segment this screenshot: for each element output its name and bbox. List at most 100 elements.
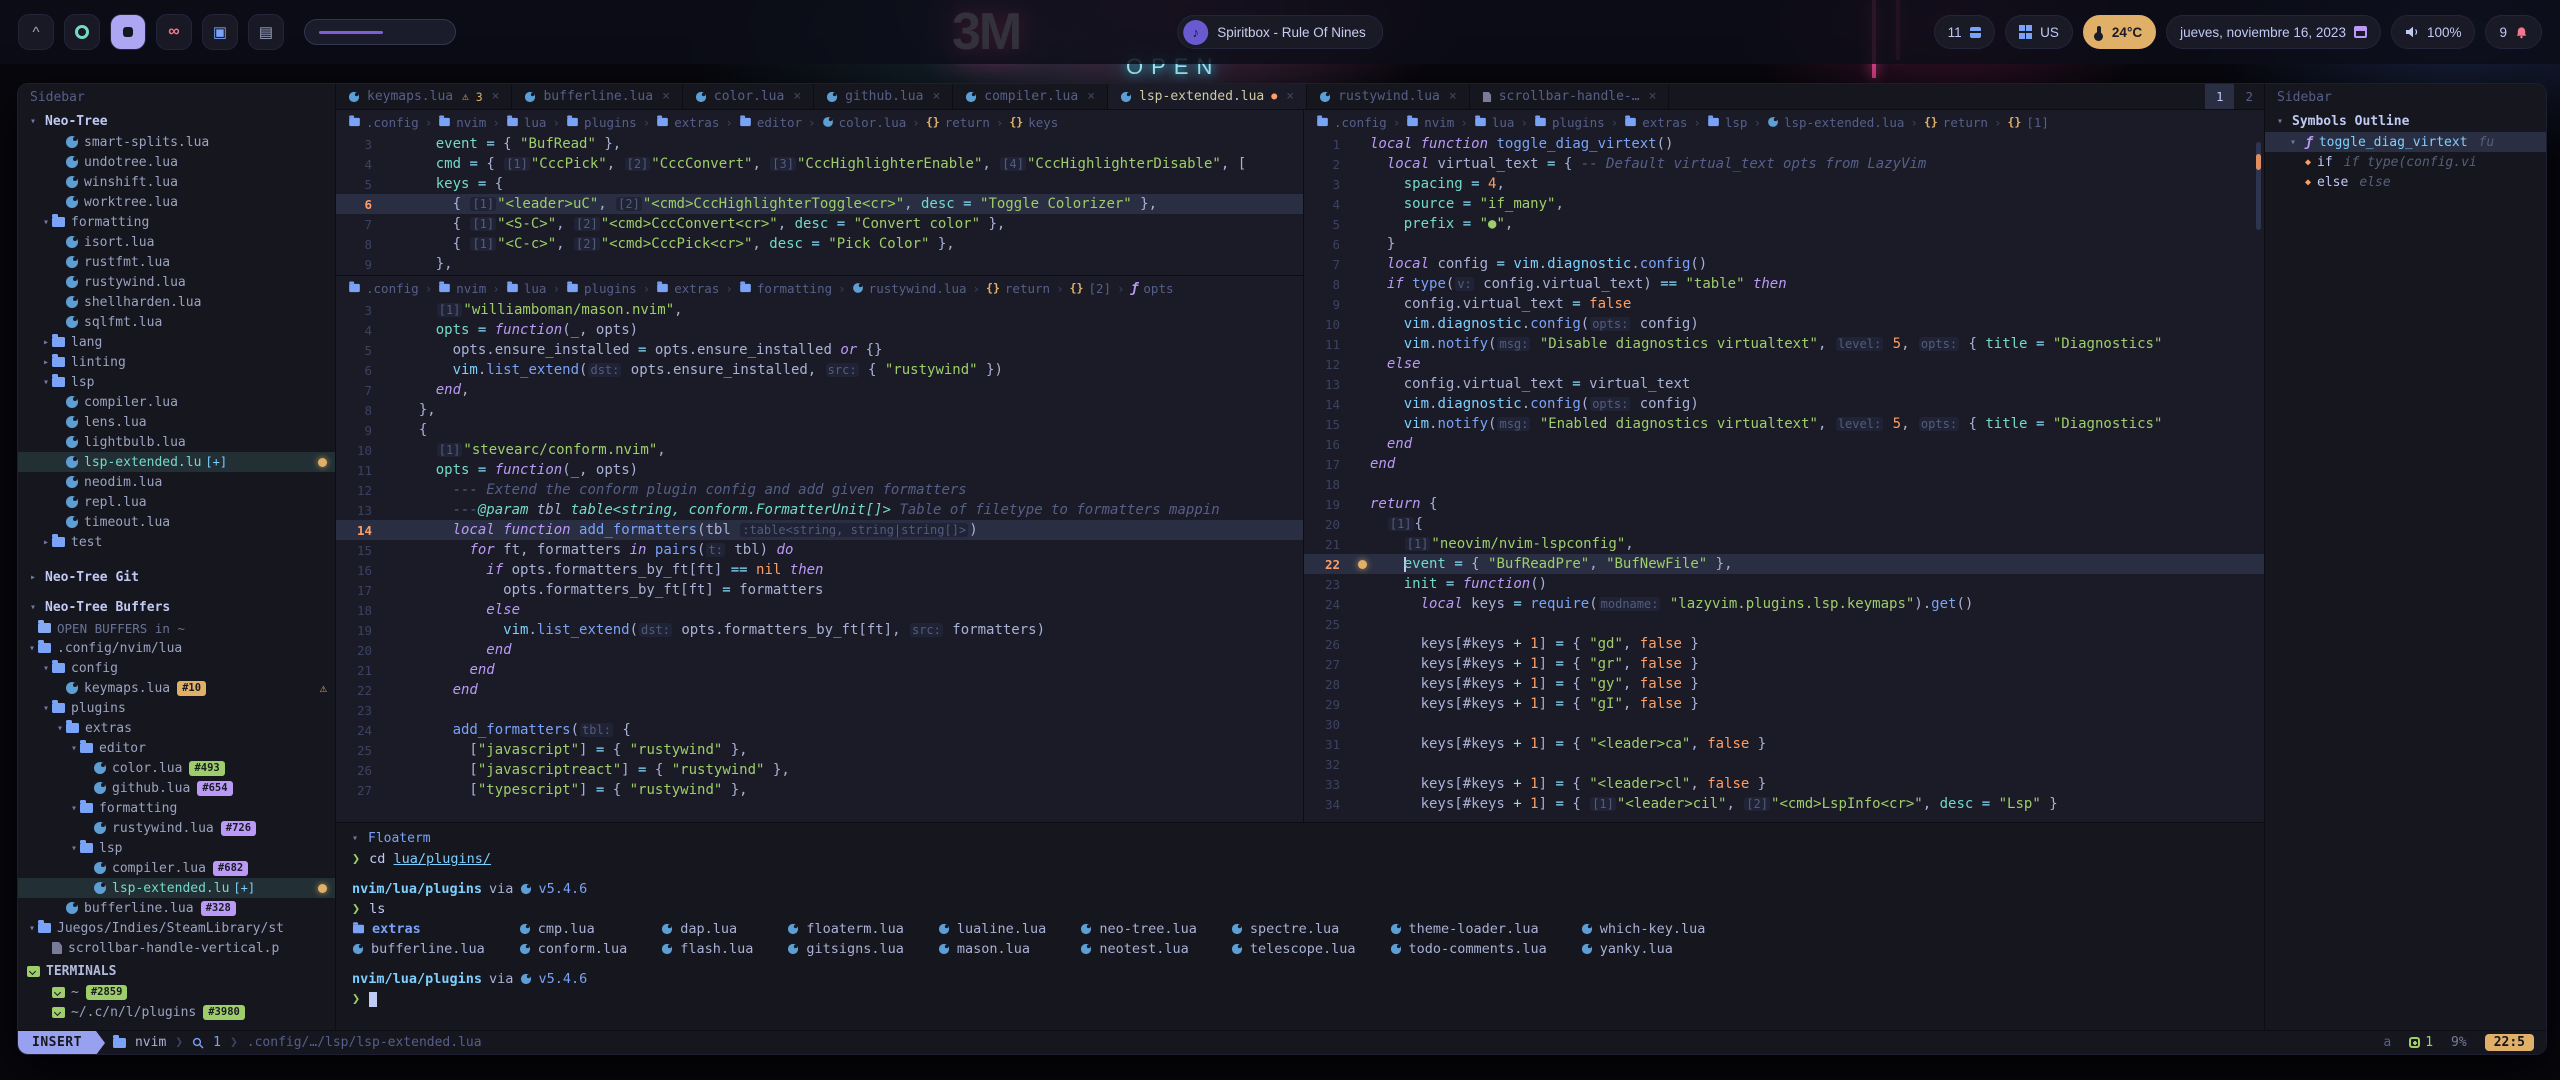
tree-item[interactable]: ▸linting — [18, 352, 335, 372]
section-header-buffers[interactable]: ▾Neo-Tree Buffers — [18, 596, 335, 618]
code-line[interactable]: 27 keys[#keys + 1] = { "gr", false } — [1304, 654, 2264, 674]
tab-bufferline.lua[interactable]: bufferline.lua× — [512, 84, 682, 109]
tree-item[interactable]: compiler.lua#682 — [18, 858, 335, 878]
code-line[interactable]: 22 end — [336, 680, 1303, 700]
breadcrumb-item[interactable]: editor — [739, 115, 802, 130]
tab-rustywind.lua[interactable]: rustywind.lua× — [1307, 84, 1470, 109]
tree-item[interactable]: ~#2859 — [18, 982, 335, 1002]
code-line[interactable]: 5 opts.ensure_installed = opts.ensure_in… — [336, 340, 1303, 360]
code-line[interactable]: 8 if type(v: config.virtual_text) == "ta… — [1304, 274, 2264, 294]
code-line[interactable]: 14 local function add_formatters(tbl :ta… — [336, 520, 1303, 540]
code-line[interactable]: 8 { [1]"<C-c>", [2]"<cmd>CccPick<cr>", d… — [336, 234, 1303, 254]
keyboard-layout-widget[interactable]: US — [2005, 15, 2073, 49]
tab-keymaps.lua[interactable]: keymaps.lua⚠3× — [336, 84, 512, 109]
tabpage-2[interactable]: 2 — [2234, 84, 2264, 109]
code-line[interactable]: 33 keys[#keys + 1] = { "<leader>cl", fal… — [1304, 774, 2264, 794]
code-line[interactable]: 18 else — [336, 600, 1303, 620]
editor-color-lua[interactable]: .config›nvim›lua›plugins›extras›editor›c… — [336, 110, 1303, 276]
tree-item[interactable]: neodim.lua — [18, 472, 335, 492]
tree-item[interactable]: color.lua#493 — [18, 758, 335, 778]
code-line[interactable]: 34 keys[#keys + 1] = { [1]"<leader>cil",… — [1304, 794, 2264, 814]
code-line[interactable]: 4 cmd = { [1]"CccPick", [2]"CccConvert",… — [336, 154, 1303, 174]
code-line[interactable]: 4 opts = function(_, opts) — [336, 320, 1303, 340]
breadcrumb-item[interactable]: {}[2] — [1070, 281, 1111, 296]
breadcrumb-item[interactable]: color.lua — [822, 115, 907, 130]
code-line[interactable]: 32 — [1304, 754, 2264, 774]
section-header-git[interactable]: ▸Neo-Tree Git — [18, 566, 335, 588]
tree-item[interactable]: worktree.lua — [18, 192, 335, 212]
symbol-item[interactable]: ▾ƒtoggle_diag_virtextfu — [2265, 132, 2546, 152]
code-line[interactable]: 23 — [336, 700, 1303, 720]
tree-item[interactable]: sqlfmt.lua — [18, 312, 335, 332]
tree-item[interactable]: lightbulb.lua — [18, 432, 335, 452]
code-line[interactable]: 22 event = { "BufReadPre", "BufNewFile" … — [1304, 554, 2264, 574]
code-line[interactable]: 11 vim.notify(msg: "Disable diagnostics … — [1304, 334, 2264, 354]
terminal-line[interactable]: ❯ — [352, 989, 2248, 1009]
breadcrumb-item[interactable]: lua — [1474, 115, 1515, 130]
code-line[interactable]: 12 else — [1304, 354, 2264, 374]
code-line[interactable]: 13 config.virtual_text = virtual_text — [1304, 374, 2264, 394]
tree-item[interactable]: ▸lang — [18, 332, 335, 352]
tree-item[interactable]: winshift.lua — [18, 172, 335, 192]
code-line[interactable]: 11 opts = function(_, opts) — [336, 460, 1303, 480]
tree-item[interactable]: isort.lua — [18, 232, 335, 252]
code-line[interactable]: 5 keys = { — [336, 174, 1303, 194]
code-line[interactable]: 9 }, — [336, 254, 1303, 274]
listing-entry[interactable]: flash.lua — [661, 939, 753, 959]
code-line[interactable]: 12 --- Extend the conform plugin config … — [336, 480, 1303, 500]
volume-widget[interactable]: 100% — [2391, 15, 2476, 49]
close-tab-button[interactable]: × — [662, 89, 670, 104]
code-line[interactable]: 8 }, — [336, 400, 1303, 420]
tree-item[interactable]: ▾plugins — [18, 698, 335, 718]
code-line[interactable]: 9 { — [336, 420, 1303, 440]
tree-item[interactable]: scrollbar-handle-vertical.p — [18, 938, 335, 958]
tree-item[interactable]: undotree.lua — [18, 152, 335, 172]
breadcrumb-item[interactable]: {}return — [986, 281, 1050, 296]
tree-item[interactable]: rustfmt.lua — [18, 252, 335, 272]
symbol-item[interactable]: ◆elseelse — [2265, 172, 2546, 192]
tree-item[interactable]: keymaps.lua#10⚠ — [18, 678, 335, 698]
workspace-button-active[interactable] — [110, 14, 146, 50]
listing-entry[interactable]: theme-loader.lua — [1390, 919, 1547, 939]
code-line[interactable]: 15 for ft, formatters in pairs(t: tbl) d… — [336, 540, 1303, 560]
code-line[interactable]: 10 vim.diagnostic.config(opts: config) — [1304, 314, 2264, 334]
tree-item[interactable]: compiler.lua — [18, 392, 335, 412]
tree-item[interactable]: lens.lua — [18, 412, 335, 432]
breadcrumb-item[interactable]: formatting — [739, 281, 832, 296]
workspace-button-4[interactable]: ▤ — [248, 14, 284, 50]
listing-entry[interactable]: extras — [352, 919, 485, 939]
breadcrumb-item[interactable]: ƒopts — [1131, 281, 1174, 296]
search-input[interactable] — [304, 19, 456, 45]
tree-item[interactable]: ▾.config/nvim/lua — [18, 638, 335, 658]
symbol-item[interactable]: ◆ifif type(config.vi — [2265, 152, 2546, 172]
code-line[interactable]: 17 opts.formatters_by_ft[ft] = formatter… — [336, 580, 1303, 600]
code-line[interactable]: 26 ["javascriptreact"] = { "rustywind" }… — [336, 760, 1303, 780]
symbols-outline-header[interactable]: ▾ Symbols Outline — [2265, 110, 2546, 132]
code-line[interactable]: 26 keys[#keys + 1] = { "gd", false } — [1304, 634, 2264, 654]
listing-entry[interactable]: conform.lua — [519, 939, 627, 959]
close-tab-button[interactable]: × — [793, 89, 801, 104]
close-tab-button[interactable]: × — [1087, 89, 1095, 104]
listing-entry[interactable]: dap.lua — [661, 919, 753, 939]
tree-item[interactable]: ▾formatting — [18, 798, 335, 818]
code-line[interactable]: 2 local virtual_text = { -- Default virt… — [1304, 154, 2264, 174]
tree-item[interactable]: bufferline.lua#328 — [18, 898, 335, 918]
tree-item[interactable]: shellharden.lua — [18, 292, 335, 312]
floaterm-panel[interactable]: ▾ Floaterm ❯cd lua/plugins/nvim/lua/plug… — [336, 822, 2264, 1030]
code-line[interactable]: 10 [1]"stevearc/conform.nvim", — [336, 440, 1303, 460]
tree-item[interactable]: lsp-extended.lu[+] — [18, 452, 335, 472]
tree-item[interactable]: ▾config — [18, 658, 335, 678]
date-widget[interactable]: jueves, noviembre 16, 2023 — [2166, 15, 2381, 49]
code-line[interactable]: 27 ["typescript"] = { "rustywind" }, — [336, 780, 1303, 800]
breadcrumb-item[interactable]: plugins — [566, 115, 637, 130]
code-line[interactable]: 3 spacing = 4, — [1304, 174, 2264, 194]
tree-item[interactable]: ▾lsp — [18, 372, 335, 392]
code-line[interactable]: 25 ["javascript"] = { "rustywind" }, — [336, 740, 1303, 760]
close-tab-button[interactable]: × — [1449, 89, 1457, 104]
launcher-button[interactable]: ^ — [18, 14, 54, 50]
alerts-widget[interactable]: 9 — [2485, 15, 2542, 49]
tab-scrollbar-handle-…[interactable]: scrollbar-handle-…× — [1470, 84, 1670, 109]
code-line[interactable]: 7 end, — [336, 380, 1303, 400]
code-line[interactable]: 5 prefix = "●", — [1304, 214, 2264, 234]
breadcrumb-item[interactable]: .config — [348, 115, 419, 130]
